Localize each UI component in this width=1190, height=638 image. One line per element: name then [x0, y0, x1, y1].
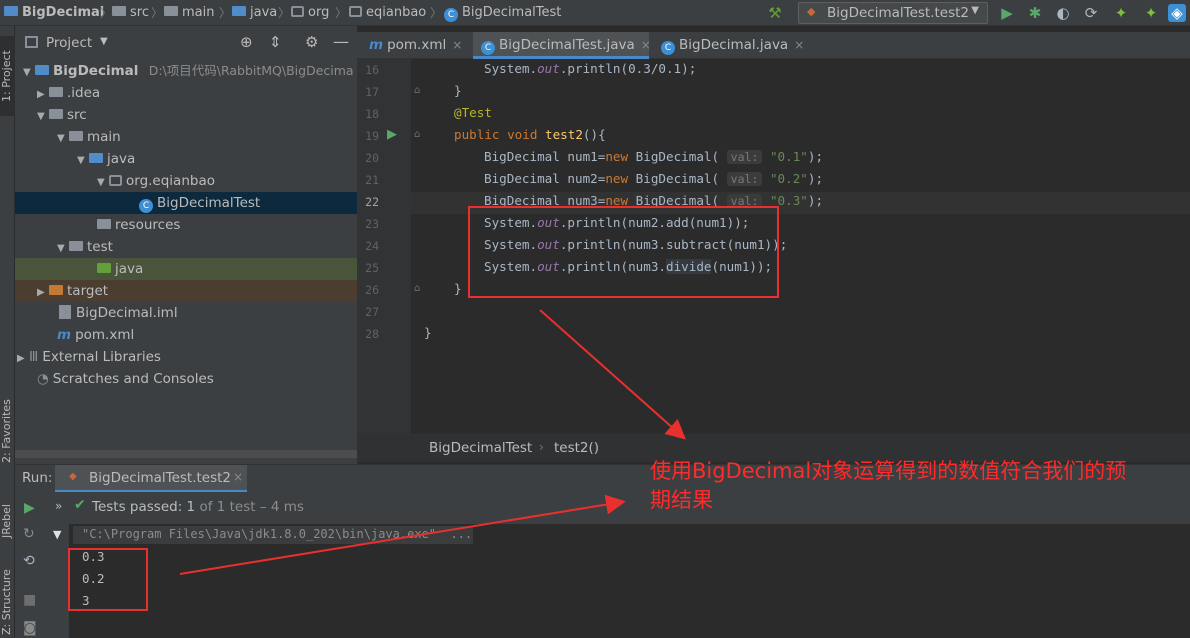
arrow-to-annotation — [539, 309, 686, 440]
annotation-arrows — [179, 309, 686, 575]
arrow-from-output — [179, 494, 626, 575]
annotation-text: 使用BigDecimal对象运算得到的数值符合我们的预 期结果 — [650, 459, 1127, 512]
